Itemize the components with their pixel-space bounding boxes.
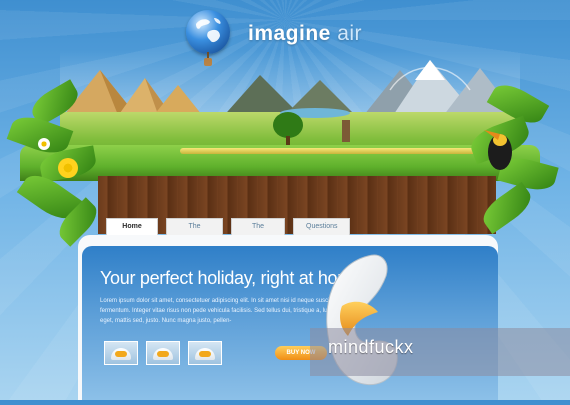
tab-the-trips[interactable]: The Trips xyxy=(231,218,285,246)
logo-main-text: imagine xyxy=(248,22,331,45)
tab-the-couch[interactable]: The Couch xyxy=(166,218,223,246)
tab-questions[interactable]: Questions ? xyxy=(293,218,350,246)
watermark-text: mindfuckx xyxy=(328,337,414,357)
chair-cushion xyxy=(199,351,211,357)
daisy-icon xyxy=(38,138,50,150)
logo-wordmark: imagine air xyxy=(248,22,362,46)
watermark-overlay: mindfuckx xyxy=(310,328,570,376)
main-nav: Home The Couch The Trips Questions ? xyxy=(106,218,350,246)
hero-banner: Your perfect holiday, right at home.. Lo… xyxy=(82,246,498,400)
chair-cushion xyxy=(115,351,127,357)
pod-chair-image xyxy=(308,246,400,400)
oak-tree xyxy=(273,112,303,138)
tab-home[interactable]: Home xyxy=(106,218,158,235)
chair-cushion xyxy=(157,351,169,357)
globe-balloon-icon xyxy=(186,10,230,54)
thumbnail-strip xyxy=(104,341,222,365)
chair-thumbnail[interactable] xyxy=(104,341,138,365)
windmill xyxy=(342,120,350,142)
chair-thumbnail[interactable] xyxy=(146,341,180,365)
sunflower-icon xyxy=(58,158,78,178)
logo-accent-text: air xyxy=(337,22,363,45)
chair-thumbnail[interactable] xyxy=(188,341,222,365)
